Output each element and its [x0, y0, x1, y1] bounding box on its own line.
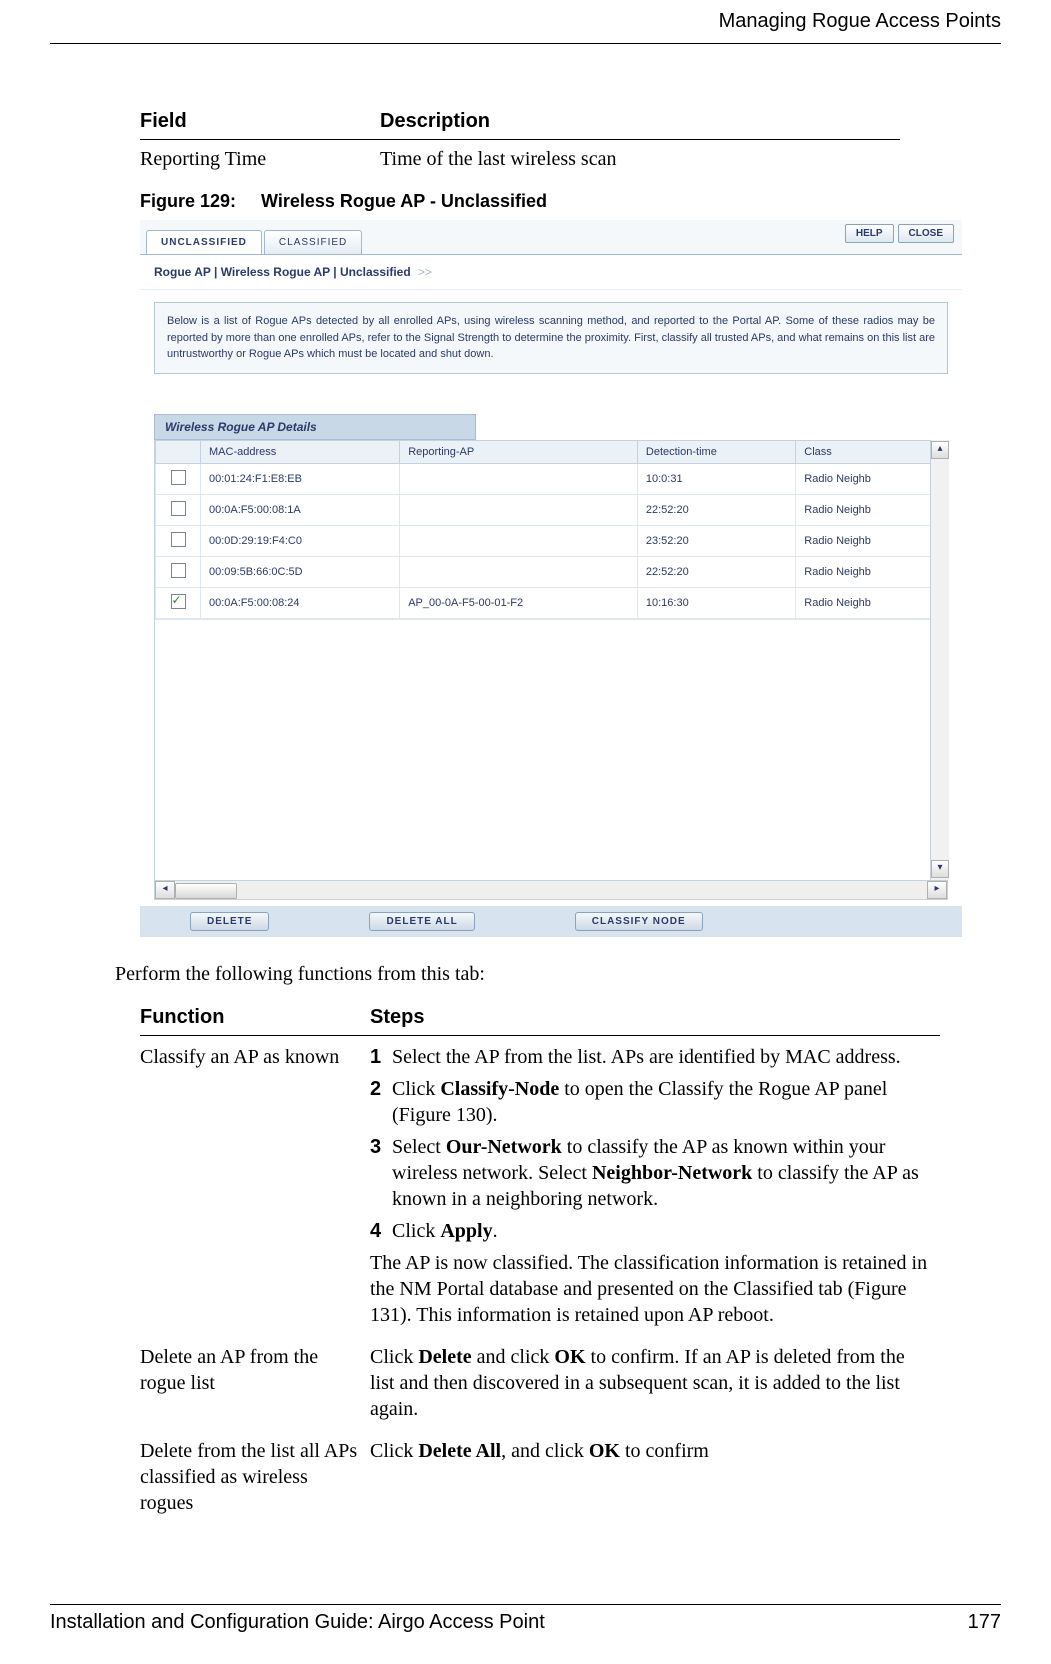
breadcrumb: Rogue AP | Wireless Rogue AP | Unclassif… — [140, 255, 962, 290]
reporting-cell — [400, 494, 638, 525]
figure-caption: Figure 129: Wireless Rogue AP - Unclassi… — [140, 191, 1001, 212]
function-cell: Delete from the list all APs classified … — [140, 1430, 370, 1524]
row-checkbox[interactable] — [171, 563, 186, 578]
figure-title: Wireless Rogue AP - Unclassified — [261, 191, 547, 211]
page-header: Managing Rogue Access Points — [50, 10, 1001, 39]
function-cell: Delete an AP from the rogue list — [140, 1336, 370, 1430]
reporting-cell — [400, 525, 638, 556]
time-header: Detection-time — [637, 440, 795, 463]
mac-cell: 00:0A:F5:00:08:1A — [201, 494, 400, 525]
mac-cell: 00:01:24:F1:E8:EB — [201, 463, 400, 494]
field-cell: Reporting Time — [140, 140, 380, 180]
scroll-thumb[interactable] — [175, 883, 237, 899]
time-cell: 10:0:31 — [637, 463, 795, 494]
footer-page-number: 177 — [968, 1611, 1001, 1634]
tab-classified[interactable]: CLASSIFIED — [264, 230, 362, 254]
delete-all-button[interactable]: DELETE ALL — [369, 912, 474, 931]
table-row[interactable]: 00:0D:29:19:F4:C0 23:52:20 Radio Neighb — [156, 525, 947, 556]
reporting-cell — [400, 463, 638, 494]
screenshot-panel: UNCLASSIFIED CLASSIFIED HELP CLOSE Rogue… — [140, 220, 962, 937]
steps-header: Steps — [370, 1000, 940, 1036]
class-header: Class — [796, 440, 947, 463]
scroll-up-icon[interactable]: ▴ — [931, 441, 949, 459]
class-cell: Radio Neighb — [796, 494, 947, 525]
table-row: Reporting Time Time of the last wireless… — [140, 140, 900, 180]
desc-cell: Time of the last wireless scan — [380, 140, 900, 180]
step-note: The AP is now classified. The classifica… — [370, 1250, 930, 1328]
action-button-row: DELETE DELETE ALL CLASSIFY NODE — [140, 906, 962, 937]
checkbox-header — [156, 440, 201, 463]
grid-wrapper: MAC-address Reporting-AP Detection-time … — [154, 440, 948, 881]
table-row: Delete an AP from the rogue list Click D… — [140, 1336, 940, 1430]
footer-left: Installation and Configuration Guide: Ai… — [50, 1611, 545, 1634]
info-text: Below is a list of Rogue APs detected by… — [154, 302, 948, 374]
reporting-header: Reporting-AP — [400, 440, 638, 463]
table-row[interactable]: 00:01:24:F1:E8:EB 10:0:31 Radio Neighb — [156, 463, 947, 494]
breadcrumb-arrows-icon: >> — [418, 265, 432, 279]
row-checkbox[interactable] — [171, 532, 186, 547]
scroll-track[interactable] — [175, 882, 927, 898]
close-button[interactable]: CLOSE — [898, 224, 954, 243]
header-rule — [50, 43, 1001, 44]
rogue-ap-grid: MAC-address Reporting-AP Detection-time … — [155, 440, 947, 619]
tab-bar: UNCLASSIFIED CLASSIFIED HELP CLOSE — [140, 220, 962, 255]
step-text: Select the AP from the list. APs are ide… — [392, 1044, 901, 1070]
field-description-table: Field Description Reporting Time Time of… — [140, 104, 900, 179]
classify-node-button[interactable]: CLASSIFY NODE — [575, 912, 703, 931]
field-header: Field — [140, 104, 380, 140]
step-text: Click Apply. — [392, 1218, 498, 1244]
figure-number: Figure 129: — [140, 191, 236, 211]
body-intro-text: Perform the following functions from thi… — [115, 963, 1001, 986]
scroll-right-icon[interactable]: ▸ — [927, 881, 947, 899]
step-text: Select Our-Network to classify the AP as… — [392, 1134, 930, 1212]
mac-cell: 00:0D:29:19:F4:C0 — [201, 525, 400, 556]
class-cell: Radio Neighb — [796, 587, 947, 618]
steps-cell: Click Delete All, and click OK to confir… — [370, 1430, 940, 1524]
class-cell: Radio Neighb — [796, 525, 947, 556]
table-row[interactable]: 00:09:5B:66:0C:5D 22:52:20 Radio Neighb — [156, 556, 947, 587]
tab-unclassified[interactable]: UNCLASSIFIED — [146, 230, 262, 254]
reporting-cell: AP_00-0A-F5-00-01-F2 — [400, 587, 638, 618]
steps-cell: 1Select the AP from the list. APs are id… — [370, 1035, 940, 1336]
reporting-cell — [400, 556, 638, 587]
desc-header: Description — [380, 104, 900, 140]
delete-button[interactable]: DELETE — [190, 912, 269, 931]
time-cell: 10:16:30 — [637, 587, 795, 618]
class-cell: Radio Neighb — [796, 556, 947, 587]
function-steps-table: Function Steps Classify an AP as known 1… — [140, 1000, 940, 1524]
table-row: Classify an AP as known 1Select the AP f… — [140, 1035, 940, 1336]
time-cell: 23:52:20 — [637, 525, 795, 556]
class-cell: Radio Neighb — [796, 463, 947, 494]
row-checkbox[interactable] — [171, 501, 186, 516]
help-button[interactable]: HELP — [845, 224, 894, 243]
row-checkbox[interactable] — [171, 594, 186, 609]
scroll-down-icon[interactable]: ▾ — [931, 860, 949, 878]
panel-title: Wireless Rogue AP Details — [154, 414, 476, 440]
time-cell: 22:52:20 — [637, 556, 795, 587]
horizontal-scrollbar[interactable]: ◂ ▸ — [154, 881, 948, 900]
grid-empty-area — [155, 619, 947, 880]
step-text: Click Classify-Node to open the Classify… — [392, 1076, 930, 1128]
table-row: Delete from the list all APs classified … — [140, 1430, 940, 1524]
scroll-left-icon[interactable]: ◂ — [155, 881, 175, 899]
function-cell: Classify an AP as known — [140, 1035, 370, 1336]
steps-cell: Click Delete and click OK to confirm. If… — [370, 1336, 940, 1430]
page-footer: Installation and Configuration Guide: Ai… — [50, 1604, 1001, 1634]
vertical-scrollbar[interactable]: ▴ ▾ — [930, 440, 949, 880]
function-header: Function — [140, 1000, 370, 1036]
table-row[interactable]: 00:0A:F5:00:08:1A 22:52:20 Radio Neighb — [156, 494, 947, 525]
mac-header: MAC-address — [201, 440, 400, 463]
table-row[interactable]: 00:0A:F5:00:08:24 AP_00-0A-F5-00-01-F2 1… — [156, 587, 947, 618]
mac-cell: 00:09:5B:66:0C:5D — [201, 556, 400, 587]
row-checkbox[interactable] — [171, 470, 186, 485]
mac-cell: 00:0A:F5:00:08:24 — [201, 587, 400, 618]
time-cell: 22:52:20 — [637, 494, 795, 525]
breadcrumb-text: Rogue AP | Wireless Rogue AP | Unclassif… — [154, 265, 411, 279]
